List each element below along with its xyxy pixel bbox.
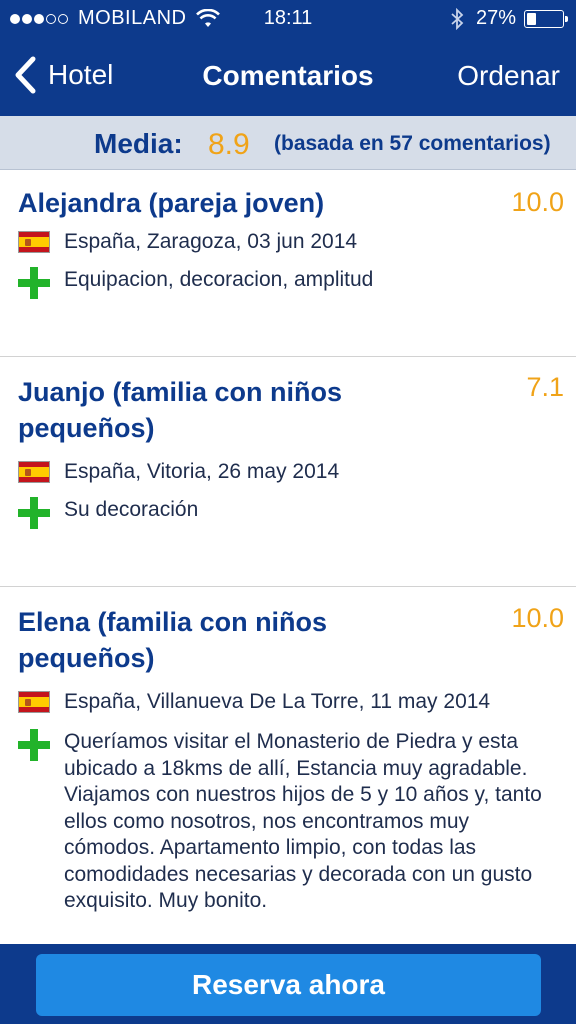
review-positive-text: Queríamos visitar el Monasterio de Piedr… xyxy=(64,730,542,912)
chevron-left-icon xyxy=(15,56,36,94)
review-meta: España, Villanueva De La Torre, 11 may 2… xyxy=(18,690,490,714)
battery-percentage: 27% xyxy=(475,7,516,29)
review-positive: Su decoración xyxy=(18,497,564,529)
book-now-button[interactable]: Reserva ahora xyxy=(36,954,541,1016)
review-count: (basada en 57 comentarios) xyxy=(274,132,551,155)
spain-flag-icon xyxy=(18,461,50,483)
review-score: 7.1 xyxy=(526,372,564,402)
plus-icon xyxy=(18,497,50,529)
navigation-bar: Hotel Comentarios Ordenar xyxy=(0,38,576,116)
battery-icon xyxy=(524,9,568,28)
review-item[interactable]: Elena (familia con niños pequeños) 10.0 … xyxy=(0,587,576,944)
battery-fill xyxy=(527,12,536,25)
back-button-label: Hotel xyxy=(48,59,114,90)
plus-icon xyxy=(18,729,50,761)
review-positive: Equipacion, decoracion, amplitud xyxy=(18,267,564,299)
review-meta: España, Zaragoza, 03 jun 2014 xyxy=(18,230,357,254)
bluetooth-icon xyxy=(451,7,464,30)
average-score: 8.9 xyxy=(208,128,250,161)
rating-summary: Media: 8.9 (basada en 57 comentarios) xyxy=(0,116,576,170)
review-score: 10.0 xyxy=(511,187,564,217)
status-bar: MOBILAND 18:11 27% xyxy=(0,0,576,38)
review-location-date: España, Zaragoza, 03 jun 2014 xyxy=(64,230,358,253)
reviewer-name: Juanjo (familia con niños pequeños) xyxy=(18,377,343,443)
review-positive-text: Su decoración xyxy=(64,498,199,521)
header: MOBILAND 18:11 27% Hotel Comentarios Ord… xyxy=(0,0,576,116)
battery-tip xyxy=(565,15,568,22)
review-item[interactable]: Alejandra (pareja joven) 10.0 España, Za… xyxy=(0,171,576,357)
average-label: Media: xyxy=(94,128,183,159)
spain-flag-icon xyxy=(18,231,50,253)
sort-button[interactable]: Ordenar xyxy=(457,60,560,92)
review-positive: Queríamos visitar el Monasterio de Piedr… xyxy=(18,729,564,915)
review-positive-text: Equipacion, decoracion, amplitud xyxy=(64,268,374,291)
reviewer-name: Elena (familia con niños pequeños) xyxy=(18,607,328,673)
plus-icon xyxy=(18,267,50,299)
review-location-date: España, Vitoria, 26 may 2014 xyxy=(64,460,340,483)
review-score: 10.0 xyxy=(511,603,564,633)
back-button[interactable]: Hotel xyxy=(14,56,113,94)
review-item[interactable]: Juanjo (familia con niños pequeños) 7.1 … xyxy=(0,357,576,587)
status-right: 27% xyxy=(450,7,568,30)
review-location-date: España, Villanueva De La Torre, 11 may 2… xyxy=(64,690,491,713)
reviewer-name: Alejandra (pareja joven) xyxy=(18,188,325,218)
footer-bar: Reserva ahora xyxy=(0,944,576,1024)
spain-flag-icon xyxy=(18,691,50,713)
review-meta: España, Vitoria, 26 may 2014 xyxy=(18,460,339,484)
